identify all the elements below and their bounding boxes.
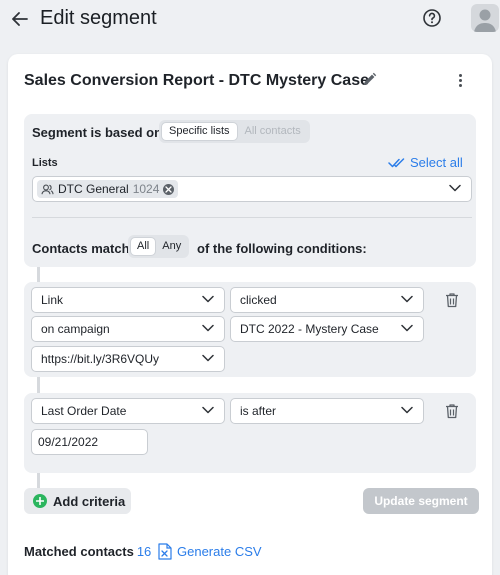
add-criteria-label: Add criteria (53, 493, 126, 509)
condition-2-field-value: Last Order Date (41, 404, 127, 418)
back-button[interactable] (8, 7, 32, 31)
remove-list-button[interactable] (163, 183, 175, 195)
matched-contacts-label: Matched contacts (24, 544, 134, 559)
contacts-icon (41, 184, 54, 194)
option-specific-lists[interactable]: Specific lists (161, 122, 238, 141)
condition-1-operator-value: clicked (240, 293, 277, 307)
generate-csv-link[interactable]: Generate CSV (158, 543, 262, 560)
chevron-down-icon (401, 406, 413, 414)
page-title: Edit segment (40, 7, 157, 29)
condition-1-link-value: https://bit.ly/3R6VQUy (41, 352, 160, 366)
match-label: Contacts match (32, 241, 130, 256)
add-criteria-button[interactable]: Add criteria (24, 488, 131, 514)
trash-icon (446, 404, 458, 419)
condition-1: Link clicked on campaign DTC 2022 - Myst… (24, 282, 476, 377)
connector-line (37, 267, 40, 282)
chevron-down-icon (202, 324, 214, 332)
segment-name: Sales Conversion Report - DTC Mystery Ca… (24, 72, 369, 89)
trash-icon (446, 293, 458, 308)
avatar[interactable] (471, 4, 499, 32)
select-all-label: Select all (410, 155, 463, 170)
match-toggle: All Any (128, 235, 190, 258)
list-chip-name: DTC General (58, 182, 129, 196)
plus-icon (33, 494, 47, 508)
chevron-down-icon (202, 406, 214, 414)
edit-name-button[interactable] (362, 72, 378, 88)
pencil-icon (364, 72, 377, 85)
chevron-down-icon (449, 184, 461, 192)
segment-card: Sales Conversion Report - DTC Mystery Ca… (8, 54, 492, 575)
help-button[interactable] (422, 8, 444, 30)
chevron-down-icon (202, 354, 214, 362)
condition-1-scope-select[interactable]: on campaign (31, 316, 225, 342)
condition-1-field-value: Link (41, 293, 64, 307)
list-chip: DTC General 1024 (37, 180, 179, 198)
close-icon (165, 185, 173, 193)
condition-2-date-input[interactable]: 09/21/2022 (31, 429, 148, 455)
more-options-button[interactable] (452, 70, 468, 90)
based-on-label: Segment is based on (32, 125, 163, 140)
condition-2-delete-button[interactable] (445, 403, 459, 419)
select-all-link[interactable]: Select all (388, 155, 463, 170)
based-on-panel: Segment is based on Specific lists All c… (24, 114, 476, 267)
user-icon (474, 9, 496, 32)
condition-1-field-select[interactable]: Link (31, 287, 225, 313)
divider (32, 217, 472, 218)
condition-1-campaign-select[interactable]: DTC 2022 - Mystery Case (230, 316, 424, 342)
based-on-toggle: Specific lists All contacts (159, 120, 310, 143)
matched-contacts-count: 16 (136, 544, 152, 559)
double-check-icon (388, 157, 405, 167)
match-suffix: of the following conditions: (197, 241, 367, 256)
chevron-down-icon (202, 295, 214, 303)
condition-1-campaign-value: DTC 2022 - Mystery Case (240, 322, 379, 336)
top-bar: Edit segment (0, 0, 500, 40)
update-segment-button[interactable]: Update segment (363, 488, 479, 514)
excel-file-icon (158, 543, 172, 560)
condition-1-scope-value: on campaign (41, 322, 110, 336)
option-all-contacts[interactable]: All contacts (238, 122, 308, 141)
generate-csv-label: Generate CSV (177, 544, 262, 559)
condition-2-operator-select[interactable]: is after (230, 398, 424, 424)
arrow-left-icon (12, 12, 28, 26)
option-all[interactable]: All (130, 237, 157, 256)
condition-1-delete-button[interactable] (445, 292, 459, 308)
chevron-down-icon (401, 295, 413, 303)
condition-2: Last Order Date is after 09/21/2022 (24, 393, 476, 473)
chevron-down-icon (401, 324, 413, 332)
lists-select[interactable]: DTC General 1024 (32, 176, 472, 202)
condition-1-operator-select[interactable]: clicked (230, 287, 424, 313)
condition-2-operator-value: is after (240, 404, 277, 418)
condition-2-field-select[interactable]: Last Order Date (31, 398, 225, 424)
connector-line (37, 473, 40, 488)
matched-contacts: Matched contacts 16 (24, 544, 151, 559)
connector-line (37, 377, 40, 393)
help-circle-icon (423, 9, 441, 27)
lists-label: Lists (32, 157, 58, 169)
condition-1-link-select[interactable]: https://bit.ly/3R6VQUy (31, 346, 225, 372)
list-chip-count: 1024 (132, 182, 160, 196)
option-any[interactable]: Any (156, 237, 187, 256)
